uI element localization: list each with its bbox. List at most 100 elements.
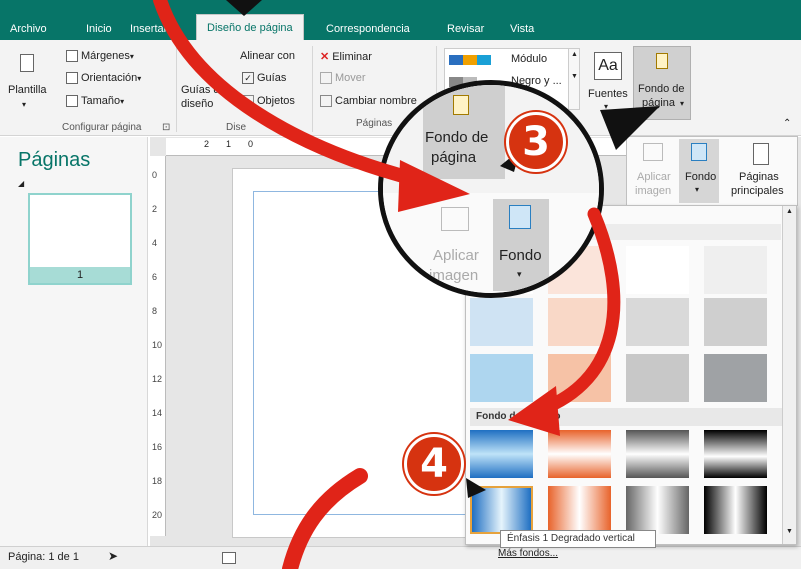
background-swatch[interactable]	[470, 354, 533, 402]
objetos-checkbox[interactable]: Objetos	[242, 95, 295, 108]
background-swatch[interactable]	[470, 298, 533, 346]
v-ruler-tick: 0	[152, 170, 158, 180]
background-swatch[interactable]	[704, 298, 767, 346]
tab-correspondencia[interactable]: Correspondencia	[322, 20, 414, 40]
tab-archivo[interactable]: Archivo	[6, 20, 51, 40]
margenes-label: Márgenes	[81, 50, 130, 62]
background-swatch[interactable]	[548, 298, 611, 346]
fill-bucket-icon	[691, 143, 707, 161]
gradient-section-header: Fondo degradado	[470, 408, 782, 426]
delete-icon: ✕	[320, 51, 330, 63]
gradient-swatch[interactable]	[704, 486, 767, 534]
cursor-icon: ➤	[108, 549, 119, 563]
size-icon	[66, 95, 78, 108]
ribbon-tab-bar: Archivo Inicio Insertar Diseño de página…	[0, 0, 801, 40]
plantilla-button[interactable]: Plantilla ▾	[8, 48, 47, 118]
margenes-button[interactable]: Márgenes▾	[66, 50, 134, 63]
eliminar-button[interactable]: ✕ Eliminar	[320, 50, 372, 63]
fondo-button[interactable]: Fondo ▾	[679, 139, 719, 203]
configurar-pagina-group-label: Configurar página	[62, 122, 142, 133]
v-ruler-tick: 6	[152, 272, 158, 282]
background-swatch[interactable]	[704, 246, 767, 294]
collapse-ribbon-icon[interactable]: ⌃	[783, 118, 791, 129]
vertical-ruler: 0 2 4 6 8 10 12 14 16 18 20	[150, 156, 166, 536]
alinear-con-label: Alinear con	[240, 50, 296, 62]
background-swatch[interactable]	[548, 354, 611, 402]
paginas-principales-button[interactable]: Páginas principales	[727, 139, 795, 203]
v-ruler-tick: 18	[152, 476, 163, 486]
collapse-triangle-icon[interactable]: ◢	[18, 179, 24, 188]
v-ruler-tick: 16	[152, 442, 163, 452]
v-ruler-tick: 14	[152, 408, 163, 418]
pages-pane: Páginas ◢ 1	[0, 137, 148, 547]
publisher-window: { "tabs":[ {"label":"Archivo"},{"label":…	[0, 0, 801, 569]
chevron-down-icon: ▾	[120, 97, 125, 106]
dialog-launcher-icon[interactable]: ⊡	[162, 122, 170, 133]
pages-pane-title: Páginas	[18, 149, 91, 171]
zoom-imagen-label: imagen	[429, 267, 479, 284]
mas-fondos-link[interactable]: Más fondos...	[498, 548, 558, 559]
checkbox-icon	[242, 95, 254, 108]
checkbox-checked-icon: ✓	[242, 72, 254, 85]
tab-diseno-pagina[interactable]: Diseño de página	[196, 14, 304, 40]
gradient-swatch[interactable]	[704, 430, 767, 478]
background-swatch[interactable]	[626, 354, 689, 402]
fondo-de-pagina-label-2: página	[642, 97, 676, 109]
v-ruler-tick: 8	[152, 306, 158, 316]
tab-inicio[interactable]: Inicio	[82, 20, 116, 40]
guias-diseno-label[interactable]: Guías de	[181, 84, 226, 96]
zoom-ruler-label: 22	[399, 199, 411, 210]
zoom-aplicar-imagen: Aplicar imagen	[429, 201, 489, 293]
chevron-down-icon: ▼	[786, 528, 793, 535]
gradient-swatch[interactable]	[548, 430, 611, 478]
background-swatch[interactable]	[704, 354, 767, 402]
mover-button[interactable]: Mover	[320, 72, 366, 85]
chevron-down-icon: ▾	[22, 100, 27, 109]
page-thumbnail[interactable]: 1	[28, 193, 132, 285]
page-count-status: Página: 1 de 1	[8, 551, 79, 563]
gallery-scrollbar[interactable]: ▲ ▼	[782, 206, 796, 544]
h-ruler-tick: 0	[248, 139, 254, 149]
aplicar-imagen-button[interactable]: Aplicar imagen	[633, 139, 675, 203]
guias-checkbox[interactable]: ✓ Guías	[242, 72, 287, 85]
zoom-magnifier: Fondo de página 22 Aplicar imagen Fondo …	[378, 80, 604, 298]
tab-vista[interactable]: Vista	[506, 20, 538, 40]
paginas-principales-label-2: principales	[731, 185, 784, 197]
fonts-glyph: Aa	[598, 57, 618, 74]
guias-checkbox-label: Guías	[257, 72, 287, 84]
rename-icon	[320, 95, 332, 108]
diseno-group-label: Dise	[226, 122, 247, 133]
apply-image-icon	[643, 143, 663, 161]
orientation-icon	[66, 72, 78, 85]
step-4-badge: 4	[404, 434, 464, 494]
v-ruler-tick: 10	[152, 340, 163, 350]
eliminar-label: Eliminar	[332, 51, 372, 63]
gradient-swatch-enfasis1-vertical[interactable]	[470, 486, 533, 534]
mover-label: Mover	[335, 72, 366, 84]
scheme-modulo-label: Módulo	[511, 53, 548, 65]
margins-icon	[66, 50, 78, 63]
gradient-swatch[interactable]	[470, 430, 533, 478]
orientacion-button[interactable]: Orientación▾	[66, 72, 142, 85]
gradient-swatch[interactable]	[626, 486, 689, 534]
chevron-down-icon: ▾	[517, 269, 522, 279]
fondo-submenu: Aplicar imagen Fondo ▾ Páginas principal…	[626, 136, 798, 206]
tab-insertar[interactable]: Insertar	[126, 20, 171, 40]
swatch-tooltip: Énfasis 1 Degradado vertical	[500, 530, 656, 548]
chevron-down-icon: ▾	[604, 102, 609, 111]
gradient-swatch[interactable]	[548, 486, 611, 534]
tab-revisar[interactable]: Revisar	[443, 20, 488, 40]
gradient-swatch[interactable]	[626, 430, 689, 478]
h-ruler-tick: 1	[226, 139, 232, 149]
plantilla-label: Plantilla	[8, 84, 47, 96]
master-pages-icon	[753, 143, 769, 165]
layout-icon[interactable]	[222, 552, 236, 564]
chevron-down-icon: ▾	[129, 52, 134, 61]
page-background-icon	[656, 53, 668, 69]
background-swatch[interactable]	[626, 246, 689, 294]
background-swatch[interactable]	[626, 298, 689, 346]
fondo-de-pagina-button[interactable]: Fondo de página ▾	[633, 46, 691, 120]
tamano-button[interactable]: Tamaño▾	[66, 95, 125, 108]
chevron-down-icon: ▾	[137, 74, 142, 83]
v-ruler-tick: 2	[152, 204, 158, 214]
